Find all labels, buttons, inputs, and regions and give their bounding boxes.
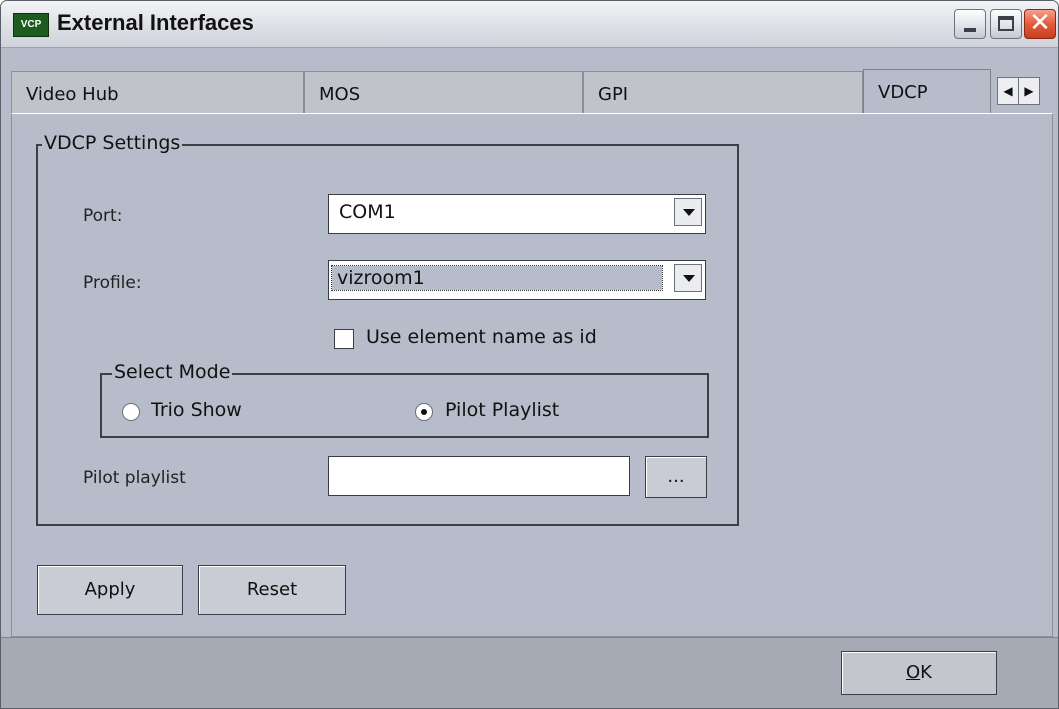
ok-accelerator: O <box>906 662 921 683</box>
minimize-button[interactable] <box>954 9 986 39</box>
tab-scroll-right-button[interactable]: ▶ <box>1018 77 1040 105</box>
use-element-name-checkbox[interactable] <box>334 329 354 349</box>
trio-show-radio[interactable] <box>122 403 140 421</box>
profile-label: Profile: <box>83 273 142 293</box>
app-icon: VCP <box>13 13 49 37</box>
tab-bar: Video Hub MOS GPI VDCP ◀ ▶ <box>11 69 1053 115</box>
profile-dropdown[interactable]: vizroom1 <box>328 260 706 300</box>
tab-gpi[interactable]: GPI <box>583 71 863 113</box>
radio-selected-dot <box>421 409 427 415</box>
trio-show-label[interactable]: Trio Show <box>151 399 242 421</box>
tab-label: GPI <box>598 84 629 105</box>
tab-label: Video Hub <box>26 84 119 105</box>
port-label: Port: <box>83 206 123 226</box>
browse-button[interactable]: ... <box>645 456 707 498</box>
tab-content: VDCP Settings Port: COM1 Profile: vizroo… <box>11 113 1053 637</box>
pilot-playlist-field-label: Pilot playlist <box>83 468 186 488</box>
select-mode-title: Select Mode <box>112 361 233 383</box>
tab-scroll-left-button[interactable]: ◀ <box>997 77 1019 105</box>
port-dropdown[interactable]: COM1 <box>328 194 706 234</box>
select-mode-group: Select Mode Trio Show Pilot Playlist <box>100 361 709 438</box>
close-icon: ✕ <box>1029 8 1051 38</box>
apply-button[interactable]: Apply <box>37 565 183 615</box>
arrow-left-icon: ◀ <box>1003 84 1013 98</box>
ok-label: K <box>920 662 932 683</box>
ok-button[interactable]: OK <box>841 651 997 695</box>
maximize-icon <box>998 16 1014 31</box>
chevron-down-icon <box>683 275 695 282</box>
tab-mos[interactable]: MOS <box>304 71 583 113</box>
tab-label: MOS <box>319 84 361 105</box>
chevron-down-icon <box>683 209 695 216</box>
pilot-playlist-input[interactable] <box>328 456 630 496</box>
arrow-right-icon: ▶ <box>1024 84 1034 98</box>
tab-video-hub[interactable]: Video Hub <box>11 71 304 113</box>
tab-label: VDCP <box>878 82 928 103</box>
use-element-name-label[interactable]: Use element name as id <box>366 326 597 348</box>
port-value: COM1 <box>339 201 396 223</box>
minimize-icon <box>964 28 976 32</box>
pilot-playlist-label[interactable]: Pilot Playlist <box>445 399 559 421</box>
tab-vdcp[interactable]: VDCP <box>863 69 991 115</box>
title-bar[interactable]: VCP External Interfaces ✕ <box>1 1 1058 48</box>
port-dropdown-button[interactable] <box>674 198 702 226</box>
maximize-button[interactable] <box>990 9 1022 39</box>
pilot-playlist-radio[interactable] <box>415 403 433 421</box>
external-interfaces-window: VCP External Interfaces ✕ Video Hub MOS … <box>0 0 1059 709</box>
vdcp-settings-title: VDCP Settings <box>42 132 183 154</box>
reset-button[interactable]: Reset <box>198 565 346 615</box>
close-button[interactable]: ✕ <box>1024 8 1056 39</box>
profile-value: vizroom1 <box>331 265 663 291</box>
vdcp-settings-group: VDCP Settings Port: COM1 Profile: vizroo… <box>36 132 739 526</box>
window-title: External Interfaces <box>57 10 254 35</box>
profile-dropdown-button[interactable] <box>674 264 702 292</box>
